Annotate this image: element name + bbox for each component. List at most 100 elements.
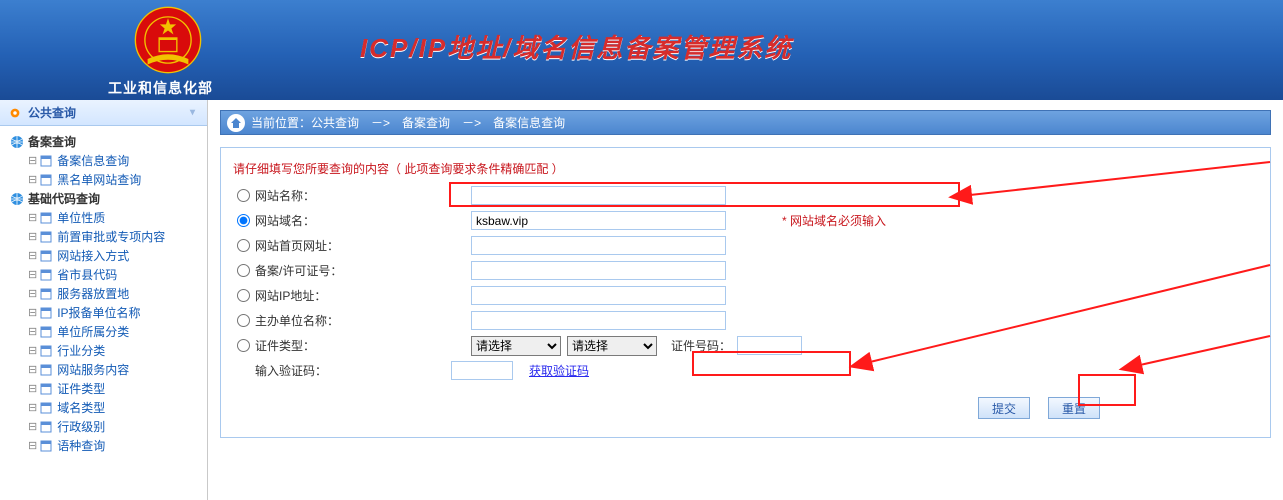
page-icon [39,268,53,282]
app-header: 工业和信息化部 ICP/IP地址/域名信息备案管理系统 [0,0,1283,100]
tree-dash-icon: ⊟ [28,249,37,262]
sidebar-item-unit-nature[interactable]: ⊟单位性质 [6,208,203,227]
page-icon [39,249,53,263]
page-icon [39,439,53,453]
sidebar-item-blacklist[interactable]: ⊟黑名单网站查询 [6,170,203,189]
page-icon [39,344,53,358]
tree-dash-icon: ⊟ [28,154,37,167]
tree-dash-icon: ⊟ [28,268,37,281]
page-icon [39,230,53,244]
sidebar-item-industry[interactable]: ⊟行业分类 [6,341,203,360]
input-ip[interactable] [471,286,726,305]
national-emblem-icon [134,6,202,74]
page-icon [39,420,53,434]
row-ip: 网站IP地址： [231,283,1260,308]
submit-button[interactable]: 提交 [978,397,1030,419]
radio-site-name[interactable] [237,189,250,202]
page-icon [39,287,53,301]
tree-dash-icon: ⊟ [28,363,37,376]
home-icon[interactable] [227,114,245,132]
sidebar-item-domain-type[interactable]: ⊟域名类型 [6,398,203,417]
sidebar-heading-label: 公共查询 [28,104,76,121]
row-sponsor: 主办单位名称： [231,308,1260,333]
tree-dash-icon: ⊟ [28,230,37,243]
page-icon [39,306,53,320]
page-icon [39,325,53,339]
tree-dash-icon: ⊟ [28,173,37,186]
sidebar-item-cert-type[interactable]: ⊟证件类型 [6,379,203,398]
label-sponsor: 主办单位名称： [251,312,471,329]
sidebar-group-records[interactable]: 备案查询 [6,132,203,151]
crumb-b[interactable]: 备案查询 [402,114,450,131]
input-sponsor[interactable] [471,311,726,330]
input-site-name[interactable] [471,186,726,205]
button-row: 提交 重置 [231,397,1260,419]
sidebar: 公共查询 ▾ 备案查询 ⊟备案信息查询 ⊟黑名单网站查询 基础代码查询 ⊟单位性… [0,100,208,500]
sidebar-item-ip-report-unit[interactable]: ⊟IP报备单位名称 [6,303,203,322]
row-captcha: 输入验证码： 获取验证码 [231,358,1260,383]
row-cert-type: 证件类型： 请选择 请选择 证件号码： [231,333,1260,358]
tree-dash-icon: ⊟ [28,382,37,395]
page-icon [39,173,53,187]
get-captcha-link[interactable]: 获取验证码 [529,362,589,379]
radio-license[interactable] [237,264,250,277]
radio-cert-type[interactable] [237,339,250,352]
label-homepage: 网站首页网址： [251,237,471,254]
input-homepage[interactable] [471,236,726,255]
sidebar-item-record-info[interactable]: ⊟备案信息查询 [6,151,203,170]
tree-dash-icon: ⊟ [28,325,37,338]
sidebar-group-basecodes[interactable]: 基础代码查询 [6,189,203,208]
input-domain[interactable] [471,211,726,230]
page-icon [39,401,53,415]
tree-dash-icon: ⊟ [28,420,37,433]
crumb-a[interactable]: 公共查询 [311,114,359,131]
sidebar-item-region-code[interactable]: ⊟省市县代码 [6,265,203,284]
sidebar-item-admin-level[interactable]: ⊟行政级别 [6,417,203,436]
select-cert-type-1[interactable]: 请选择 [471,336,561,356]
sidebar-item-server-loc[interactable]: ⊟服务器放置地 [6,284,203,303]
radio-ip[interactable] [237,289,250,302]
select-cert-type-2[interactable]: 请选择 [567,336,657,356]
label-ip: 网站IP地址： [251,287,471,304]
radio-sponsor[interactable] [237,314,250,327]
row-homepage: 网站首页网址： [231,233,1260,258]
reset-button[interactable]: 重置 [1048,397,1100,419]
input-captcha[interactable] [451,361,513,380]
form-hint: 请仔细填写您所要查询的内容（ 此项查询要求条件精确匹配 ） [233,160,1258,177]
sidebar-item-access-mode[interactable]: ⊟网站接入方式 [6,246,203,265]
tree-dash-icon: ⊟ [28,211,37,224]
input-cert-id[interactable] [737,336,802,355]
sidebar-group-label: 备案查询 [28,133,76,150]
label-license: 备案/许可证号： [251,262,471,279]
breadcrumb: 当前位置： 公共查询 －> 备案查询 －> 备案信息查询 [220,110,1271,135]
domain-required-note: * 网站域名必须输入 [782,212,886,229]
page-icon [39,154,53,168]
sidebar-item-unit-category[interactable]: ⊟单位所属分类 [6,322,203,341]
crumb-locationlabel: 当前位置： [251,114,311,131]
gear-icon [8,106,22,120]
sidebar-heading[interactable]: 公共查询 ▾ [0,100,207,126]
globe-icon [10,192,24,206]
page-icon [39,211,53,225]
sidebar-item-preapproval[interactable]: ⊟前置审批或专项内容 [6,227,203,246]
row-domain: 网站域名： * 网站域名必须输入 [231,208,1260,233]
label-cert-id: 证件号码： [671,337,731,354]
crumb-sep: －> [462,114,481,131]
sidebar-item-language[interactable]: ⊟语种查询 [6,436,203,455]
radio-homepage[interactable] [237,239,250,252]
radio-domain[interactable] [237,214,250,227]
label-domain: 网站域名： [251,212,471,229]
label-cert-type: 证件类型： [251,337,471,354]
sidebar-item-service-content[interactable]: ⊟网站服务内容 [6,360,203,379]
input-license[interactable] [471,261,726,280]
tree-dash-icon: ⊟ [28,306,37,319]
tree-dash-icon: ⊟ [28,344,37,357]
crumb-c[interactable]: 备案信息查询 [493,114,565,131]
label-captcha: 输入验证码： [231,362,451,379]
department-label: 工业和信息化部 [108,78,213,98]
sidebar-group-label: 基础代码查询 [28,190,100,207]
globe-icon [10,135,24,149]
page-icon [39,363,53,377]
query-form: 请仔细填写您所要查询的内容（ 此项查询要求条件精确匹配 ） 网站名称： 网站域名… [220,147,1271,438]
system-title: ICP/IP地址/域名信息备案管理系统 [360,28,792,65]
